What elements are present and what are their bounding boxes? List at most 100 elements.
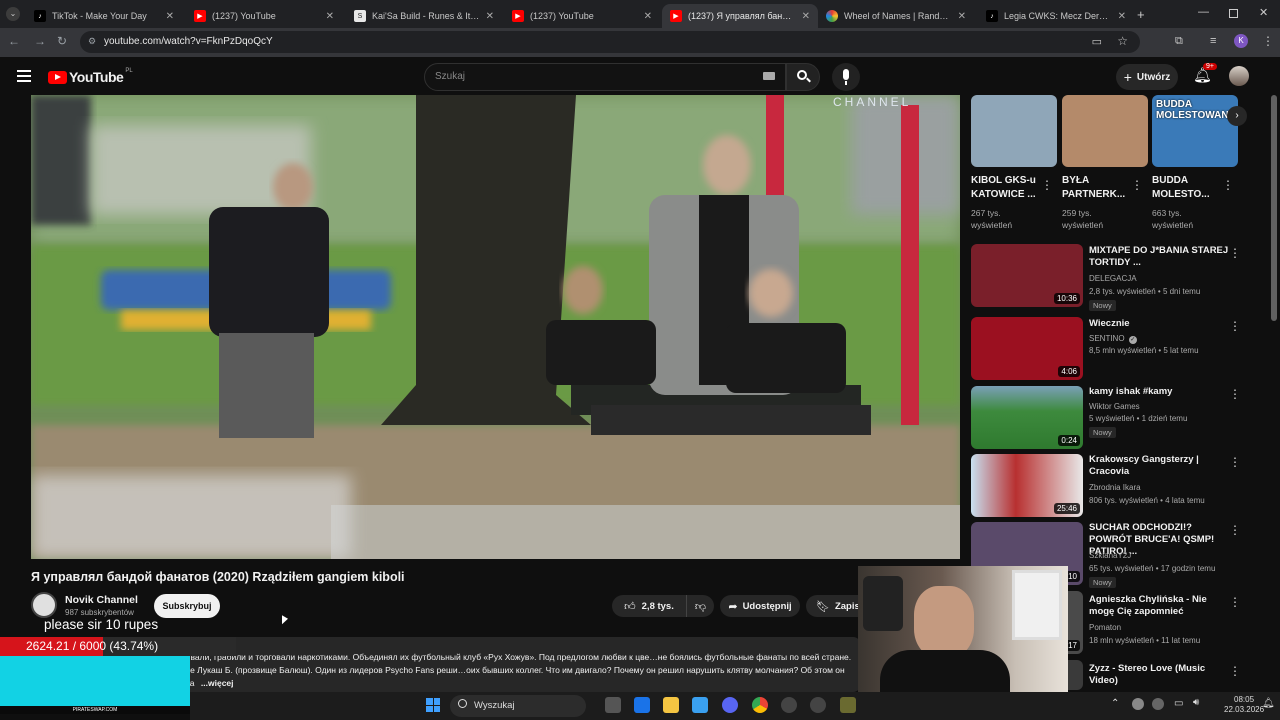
- browser-tab[interactable]: Wheel of Names | Random nam ✕: [818, 4, 974, 28]
- recommendation-menu-icon[interactable]: ⋮: [1229, 387, 1241, 401]
- close-tab-icon[interactable]: ✕: [486, 11, 494, 22]
- recommendation-title[interactable]: Wiecznie: [1089, 318, 1229, 330]
- share-button[interactable]: ➦ Udostępnij: [720, 595, 800, 617]
- browser-tab[interactable]: S Kai'Sa Build - Runes & Items Pa ✕: [346, 4, 502, 28]
- close-tab-icon[interactable]: ✕: [802, 11, 810, 22]
- taskbar-search[interactable]: Wyszukaj: [450, 695, 586, 717]
- recommendation-channel[interactable]: SENTINO ✓: [1089, 333, 1137, 344]
- scrollbar-thumb[interactable]: [1271, 95, 1277, 321]
- recommendation-thumbnail[interactable]: 0:24: [971, 386, 1083, 449]
- bookmark-star-icon[interactable]: ☆: [1117, 34, 1128, 48]
- short-menu-icon[interactable]: ⋮: [1222, 178, 1234, 192]
- browser-tab[interactable]: ▶ (1237) YouTube ✕: [186, 4, 342, 28]
- recommendation-title[interactable]: Krakowscy Gangsterzy | Cracovia: [1089, 454, 1229, 478]
- app-icon[interactable]: [840, 697, 856, 713]
- video-player[interactable]: CHANNEL: [31, 95, 960, 559]
- restore-icon[interactable]: [1229, 9, 1238, 18]
- new-tab-icon[interactable]: +: [1137, 7, 1145, 22]
- create-button[interactable]: + Utwórz: [1116, 64, 1178, 90]
- recommendation-menu-icon[interactable]: ⋮: [1229, 523, 1241, 537]
- recommendation-title[interactable]: MIXTAPE DO J*BANIA STAREJ TORTIDY ...: [1089, 245, 1229, 269]
- browser-tab[interactable]: ♪ TikTok - Make Your Day ✕: [26, 4, 182, 28]
- close-tab-icon[interactable]: ✕: [1118, 11, 1126, 22]
- keyboard-icon[interactable]: [763, 72, 775, 80]
- recommendation-channel[interactable]: Zbrodnia Ikara: [1089, 482, 1141, 493]
- volume-icon[interactable]: 🔊︎: [1193, 697, 1199, 708]
- save-button[interactable]: 🔖︎ Zapisz: [806, 595, 858, 617]
- close-window-icon[interactable]: ✕: [1259, 6, 1268, 19]
- short-menu-icon[interactable]: ⋮: [1131, 178, 1143, 192]
- task-view-icon[interactable]: [605, 697, 621, 713]
- media-icon[interactable]: ≡: [1210, 35, 1216, 47]
- discord-icon[interactable]: [722, 697, 738, 713]
- recommendation-menu-icon[interactable]: ⋮: [1229, 664, 1241, 678]
- tray-app-icon[interactable]: [1132, 698, 1144, 710]
- recommendation-thumbnail[interactable]: 10:36: [971, 244, 1083, 307]
- short-thumbnail[interactable]: [1062, 95, 1148, 167]
- tray-app-icon[interactable]: [1152, 698, 1164, 710]
- voice-search-button[interactable]: [832, 63, 860, 91]
- recommendation-channel[interactable]: DELEGACJA: [1089, 273, 1137, 284]
- youtube-logo[interactable]: YouTube PL: [48, 68, 133, 85]
- hamburger-menu-icon[interactable]: [17, 70, 31, 82]
- recommendation-menu-icon[interactable]: ⋮: [1229, 246, 1241, 260]
- cast-icon[interactable]: ▭: [1092, 35, 1102, 48]
- close-tab-icon[interactable]: ✕: [166, 11, 174, 22]
- like-button[interactable]: 👍︎ 2,8 tys.: [612, 595, 686, 617]
- file-explorer-icon[interactable]: [663, 697, 679, 713]
- recommendation-channel[interactable]: Pomaton: [1089, 622, 1121, 633]
- profile-avatar[interactable]: K: [1234, 34, 1248, 48]
- short-title[interactable]: BUDDA MOLESTO...: [1152, 174, 1224, 202]
- tab-list-dropdown[interactable]: ⌄: [6, 7, 20, 21]
- url-field[interactable]: ⚙ youtube.com/watch?v=FknPzDqoQcY ▭ ☆: [80, 31, 1140, 53]
- network-icon[interactable]: ▭: [1174, 698, 1183, 709]
- recommendation-channel[interactable]: Wiktor Games: [1089, 401, 1140, 412]
- short-title[interactable]: BYŁA PARTNERK...: [1062, 174, 1134, 202]
- recommendation-title[interactable]: Zyzz - Stereo Love (Music Video): [1089, 663, 1229, 687]
- app-icon[interactable]: [781, 697, 797, 713]
- close-tab-icon[interactable]: ✕: [644, 11, 652, 22]
- short-thumbnail[interactable]: BUDDA MOLESTOWANY: [1152, 95, 1238, 167]
- minimize-icon[interactable]: —: [1198, 6, 1209, 18]
- shorts-next-button[interactable]: ›: [1227, 106, 1247, 126]
- recommendation-thumbnail[interactable]: 25:46: [971, 454, 1083, 517]
- back-icon[interactable]: ←: [6, 34, 22, 48]
- forward-icon[interactable]: →: [32, 34, 48, 48]
- close-tab-icon[interactable]: ✕: [326, 11, 334, 22]
- search-button[interactable]: [786, 63, 820, 91]
- search-input[interactable]: Szukaj: [424, 63, 786, 91]
- recommendation-menu-icon[interactable]: ⋮: [1229, 455, 1241, 469]
- tray-overflow-icon[interactable]: ⌃: [1111, 698, 1119, 709]
- notifications-button[interactable]: 🔔︎ 9+: [1193, 63, 1217, 85]
- subscribe-button[interactable]: Subskrybuj: [154, 594, 220, 618]
- more-link[interactable]: ...więcej: [201, 678, 234, 688]
- outlook-icon[interactable]: [634, 697, 650, 713]
- reload-icon[interactable]: ↻: [54, 34, 70, 48]
- browser-tab-active[interactable]: ▶ (1237) Я управлял бандой фан ✕: [662, 4, 818, 28]
- short-thumbnail[interactable]: [971, 95, 1057, 167]
- recommendation-title[interactable]: kamy ishak #kamy: [1089, 386, 1229, 398]
- recommendation-title[interactable]: Agnieszka Chylińska - Nie mogę Cię zapom…: [1089, 594, 1229, 618]
- store-icon[interactable]: [692, 697, 708, 713]
- notification-center-icon[interactable]: 🔔︎: [1262, 698, 1275, 709]
- chrome-icon[interactable]: [752, 697, 768, 713]
- site-info-icon[interactable]: ⚙: [88, 36, 96, 47]
- close-tab-icon[interactable]: ✕: [958, 11, 966, 22]
- recommendation-menu-icon[interactable]: ⋮: [1229, 319, 1241, 333]
- browser-tab[interactable]: ♪ Legia CWKS: Mecz Derbowy i F ✕: [978, 4, 1134, 28]
- short-title[interactable]: KIBOL GKS-u KATOWICE ...: [971, 174, 1043, 202]
- channel-avatar[interactable]: [31, 592, 57, 618]
- channel-name[interactable]: Novik Channel: [65, 594, 138, 606]
- recommendation-thumbnail[interactable]: 4:06: [971, 317, 1083, 380]
- windows-start-icon[interactable]: [426, 698, 440, 712]
- recommendation-channel[interactable]: SzklanaY2J: [1089, 550, 1131, 561]
- browser-menu-icon[interactable]: ⋮: [1262, 34, 1274, 48]
- account-avatar[interactable]: [1229, 66, 1249, 86]
- recommendation-menu-icon[interactable]: ⋮: [1229, 595, 1241, 609]
- short-menu-icon[interactable]: ⋮: [1041, 178, 1053, 192]
- browser-tab[interactable]: ▶ (1237) YouTube ✕: [504, 4, 660, 28]
- taskbar-clock[interactable]: 08:05 22.03.2026: [1224, 695, 1264, 715]
- app-icon[interactable]: [810, 697, 826, 713]
- dislike-button[interactable]: 👎︎: [686, 595, 714, 617]
- extensions-icon[interactable]: ⧉: [1175, 35, 1183, 48]
